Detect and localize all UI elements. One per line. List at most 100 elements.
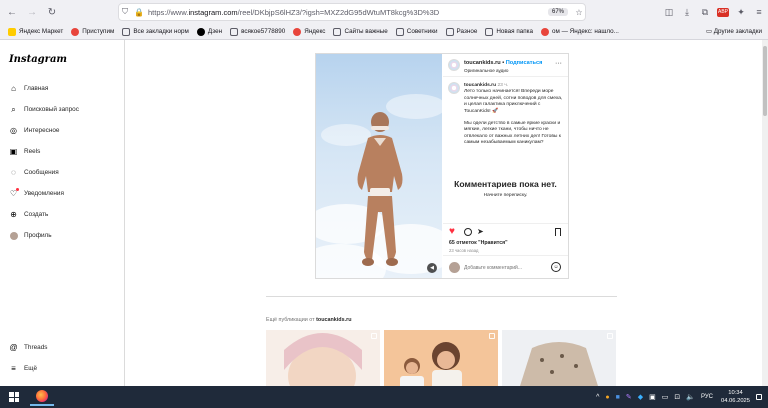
home-icon: ⌂ [11,84,16,93]
nav-profile[interactable]: Профиль [9,231,52,240]
bookmark-item[interactable]: Приступим [71,27,114,36]
nav-messages[interactable]: ◌ Сообщения [9,168,59,177]
menu-icon[interactable]: ≡ [750,7,768,17]
post-date: 23 часов назад [449,248,479,253]
reel-video[interactable]: ◀ [316,54,442,278]
compass-icon: ◎ [10,126,17,135]
bookmark-item[interactable]: Яндекс Маркет [8,27,63,36]
bookmarks-bar: Яндекс Маркет Приступим Все закладки нор… [0,24,768,40]
address-bar[interactable]: ⛉ 🔒 https://www.instagram.com/reel/DKbjp… [118,3,586,21]
nav-explore[interactable]: ◎ Интересное [9,126,59,135]
messenger-icon: ◌ [11,168,16,177]
reload-button[interactable]: ↻ [44,4,60,20]
download-icon[interactable]: ⤓ [678,7,696,18]
network-icon[interactable]: ⊡ [674,393,680,401]
more-posts-user[interactable]: toucankids.ru [316,317,351,323]
bookmark-folder[interactable]: Советники [395,27,438,36]
bookmark-item[interactable]: ом — Яндекс: нашло... [541,27,619,36]
nav-threads[interactable]: @ Threads [9,343,47,352]
scrollbar-thumb[interactable] [763,46,767,116]
yandex-icon [293,27,302,36]
avatar [9,231,18,240]
folder-icon: ▭ [706,28,714,35]
nav-home[interactable]: ⌂ Главная [9,84,48,93]
nav-notifications[interactable]: ♡ Уведомления [9,188,64,198]
url-text[interactable]: https://www.instagram.com/reel/DKbjpS6lH… [148,8,548,17]
avatar[interactable] [448,82,460,94]
zoom-badge[interactable]: 67% [547,8,568,16]
firefox-icon [36,390,48,402]
nav-create[interactable]: ⊕ Создать [9,210,48,219]
battery-icon[interactable]: ▭ [662,393,669,401]
other-bookmarks[interactable]: ▭ Другие закладки [706,28,762,35]
caption-username[interactable]: toucankids.ru [464,83,496,88]
post-thumbnail[interactable] [502,330,616,386]
share-icon[interactable]: ➤ [477,227,484,236]
forward-button[interactable]: → [24,4,40,20]
like-heart-icon[interactable]: ♥ [449,227,459,237]
post-username[interactable]: toucankids.ru [464,60,501,66]
caption-text: Мы одели детство в самые яркие краски и … [464,121,561,146]
comment-input[interactable] [464,265,544,271]
bookmark-item[interactable]: Яндекс [293,27,325,36]
volume-icon[interactable]: 🔈 [686,393,695,401]
bookmark-icon[interactable] [555,228,561,236]
pocket-icon[interactable]: ◫ [660,7,678,18]
reel-icon [607,333,613,339]
bookmark-folder[interactable]: Разное [445,27,477,36]
back-button[interactable]: ← [4,4,20,20]
bookmark-folder[interactable]: Сайты важные [333,27,388,36]
star-icon[interactable]: ☆ [572,8,586,17]
tray-app-icon[interactable]: ◆ [638,393,643,401]
post-thumbnail[interactable] [384,330,498,386]
shield-icon[interactable]: ⛉ [118,7,132,17]
lock-icon[interactable]: 🔒 [132,8,146,17]
post-card: ◀ toucankids.ru • Подписаться Оригинальн… [315,53,569,279]
extensions-icon[interactable]: ⧉ [696,7,714,18]
post-thumbnail[interactable] [266,330,380,386]
avatar[interactable] [448,59,460,71]
nav-more[interactable]: ≡ Ещё [9,364,37,373]
caption-time: 23 ч. [497,83,509,88]
follow-button[interactable]: Подписаться [506,60,543,66]
emoji-icon[interactable]: ☺ [551,262,561,272]
toolbar-extensions: ◫ ⤓ ⧉ ABP ✦ ≡ [660,4,768,20]
thumbnail-image [400,342,462,386]
comment-form: ☺ [443,255,568,278]
search-icon: ⌕ [11,104,16,114]
tray-app-icon[interactable]: ▣ [649,393,656,401]
caption-text: Лето только начинается! Впереди море сол… [464,89,563,114]
folder-icon [445,27,454,36]
tray-app-icon[interactable]: ✎ [626,393,632,401]
page-scrollbar[interactable] [762,40,768,386]
comment-icon[interactable] [464,228,472,236]
nav-search[interactable]: ⌕ Поисковый запрос [9,105,79,114]
more-posts-heading: Ещё публикации от toucankids.ru [266,317,352,323]
notification-icon[interactable] [756,394,762,400]
chevron-up-icon[interactable]: ^ [596,394,599,401]
bookmark-item[interactable]: Дзен [196,27,222,36]
language-indicator[interactable]: РУС [701,394,713,400]
bookmark-folder[interactable]: Все закладки норм [122,27,189,36]
instagram-logo[interactable]: Instagram [9,54,67,65]
dzen-icon [196,27,205,36]
clock[interactable]: 10:34 04.06.2025 [721,389,750,405]
bookmark-folder[interactable]: Новая папка [485,27,533,36]
no-comments-subtitle: Начните переписку. [483,193,528,198]
more-options-icon[interactable]: ··· [555,60,562,67]
tray-app-icon[interactable]: ■ [616,394,620,401]
like-count[interactable]: 65 отметок "Нравится" [449,240,508,246]
bookmark-folder[interactable]: всякое5778890 [230,27,285,36]
audio-link[interactable]: Оригинальное аудио [464,68,508,73]
adblock-icon[interactable]: ABP [717,7,729,17]
mute-icon[interactable]: ◀ [427,263,437,273]
taskbar-firefox[interactable] [30,388,54,406]
extension-icon[interactable]: ✦ [732,7,750,18]
reel-icon [371,333,377,339]
folder-icon [485,27,494,36]
nav-reels[interactable]: ▣ Reels [9,147,41,156]
baby-outfit-image [357,112,403,266]
windows-start-icon[interactable] [9,392,19,402]
tray-app-icon[interactable]: ● [605,394,609,401]
folder-icon [333,27,342,36]
